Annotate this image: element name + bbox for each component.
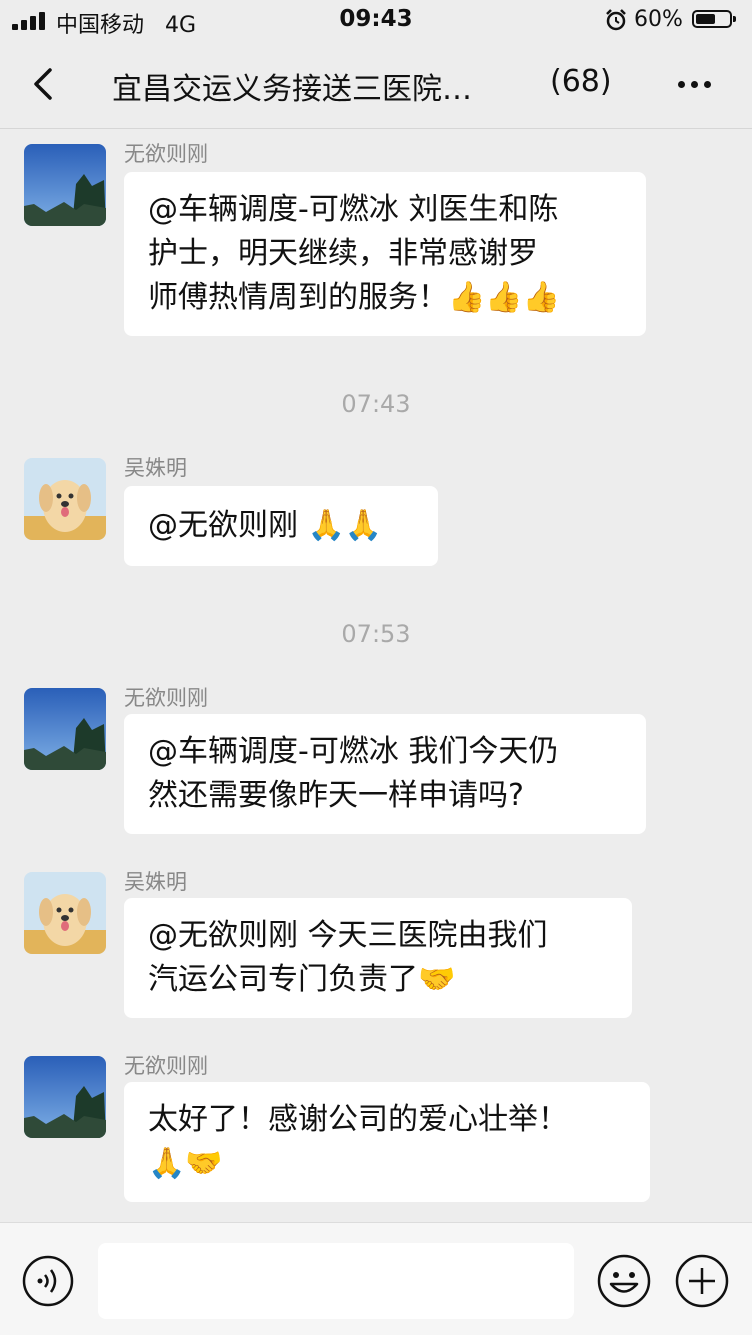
more-dots-icon[interactable]	[670, 68, 718, 100]
voice-icon[interactable]	[22, 1255, 74, 1307]
message-line: 护士，明天继续，非常感谢罗	[148, 236, 538, 271]
chat-header: 宜昌交运义务接送三医院… (68)	[0, 40, 752, 129]
message-bubble[interactable]: @无欲则刚 🙏🙏	[124, 486, 438, 566]
tree-sky-avatar[interactable]	[24, 688, 106, 770]
battery-icon	[692, 10, 736, 28]
timestamp: 07:53	[341, 620, 411, 648]
tree-sky-avatar[interactable]	[24, 144, 106, 226]
emoji-icon[interactable]	[596, 1253, 652, 1309]
message-line: 太好了！感谢公司的爱心壮举！	[148, 1102, 568, 1137]
member-count: (68)	[550, 64, 612, 99]
message-bubble[interactable]: @无欲则刚 今天三医院由我们 汽运公司专门负责了🤝	[124, 898, 632, 1018]
message-line: 师傅热情周到的服务！👍👍👍	[148, 280, 561, 315]
sender-name: 吴姝明	[124, 870, 187, 894]
message-bubble[interactable]: 太好了！感谢公司的爱心壮举！ 🙏🤝	[124, 1082, 650, 1202]
timestamp: 07:43	[341, 390, 411, 418]
message-line: 然还需要像昨天一样申请吗?	[148, 778, 524, 813]
sender-name: 无欲则刚	[124, 142, 208, 166]
chevron-left-icon[interactable]	[28, 62, 68, 106]
plus-icon[interactable]	[674, 1253, 730, 1309]
message-input[interactable]	[98, 1243, 574, 1319]
battery-percent: 60%	[634, 7, 683, 32]
message-line: @车辆调度-可燃冰 我们今天仍	[148, 734, 559, 769]
golden-retriever-avatar[interactable]	[24, 458, 106, 540]
message-line: @无欲则刚 今天三医院由我们	[148, 918, 548, 953]
message-line: @无欲则刚 🙏🙏	[148, 508, 383, 543]
status-bar: 中国移动 4G 09:43 60%	[0, 0, 752, 40]
chat-title: 宜昌交运义务接送三医院…	[112, 72, 472, 107]
golden-retriever-avatar[interactable]	[24, 872, 106, 954]
sender-name: 吴姝明	[124, 456, 187, 480]
sender-name: 无欲则刚	[124, 1054, 208, 1078]
message-line: @车辆调度-可燃冰 刘医生和陈	[148, 192, 559, 227]
message-bubble[interactable]: @车辆调度-可燃冰 刘医生和陈 护士，明天继续，非常感谢罗 师傅热情周到的服务！…	[124, 172, 646, 336]
message-line: 汽运公司专门负责了🤝	[148, 962, 456, 997]
chat-input-bar	[0, 1222, 752, 1335]
alarm-icon	[606, 9, 626, 31]
message-bubble[interactable]: @车辆调度-可燃冰 我们今天仍 然还需要像昨天一样申请吗?	[124, 714, 646, 834]
message-line: 🙏🤝	[148, 1146, 223, 1181]
sender-name: 无欲则刚	[124, 686, 208, 710]
tree-sky-avatar[interactable]	[24, 1056, 106, 1138]
